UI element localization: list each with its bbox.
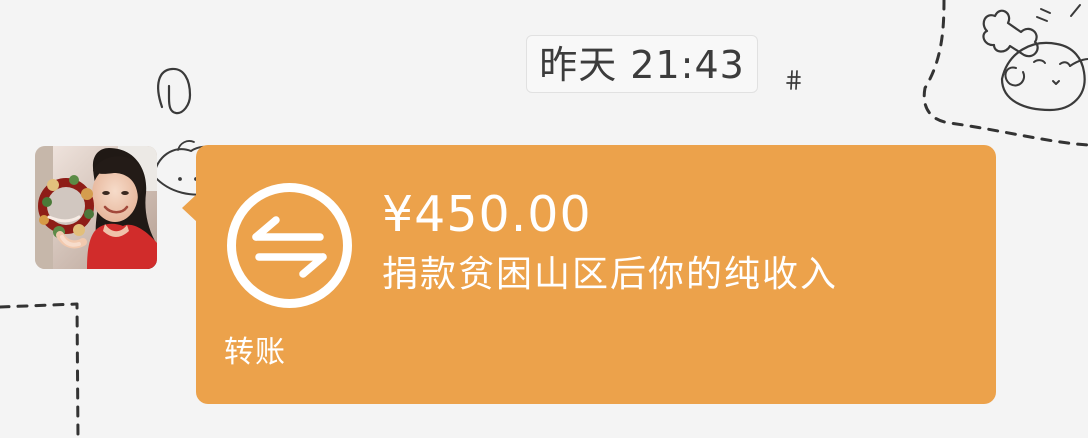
left-dashed-outline: [0, 302, 80, 438]
dog-face-doodle: [1000, 41, 1086, 112]
paper-clip-doodle: [157, 67, 192, 115]
grid-doodle: [786, 70, 801, 90]
timestamp: 昨天 21:43: [526, 35, 758, 93]
transfer-description: 捐款贫困山区后你的纯收入: [382, 254, 839, 295]
avatar[interactable]: [35, 146, 157, 269]
transfer-arrows-icon: [227, 183, 352, 308]
transfer-label: 转账: [224, 335, 286, 370]
sticker-dashed-outline: [922, 0, 1088, 147]
transfer-amount: ¥450.00: [382, 186, 592, 243]
avatar-photo: [35, 146, 157, 269]
bone-doodle: [982, 9, 1039, 58]
bubble-tail: [182, 194, 197, 222]
